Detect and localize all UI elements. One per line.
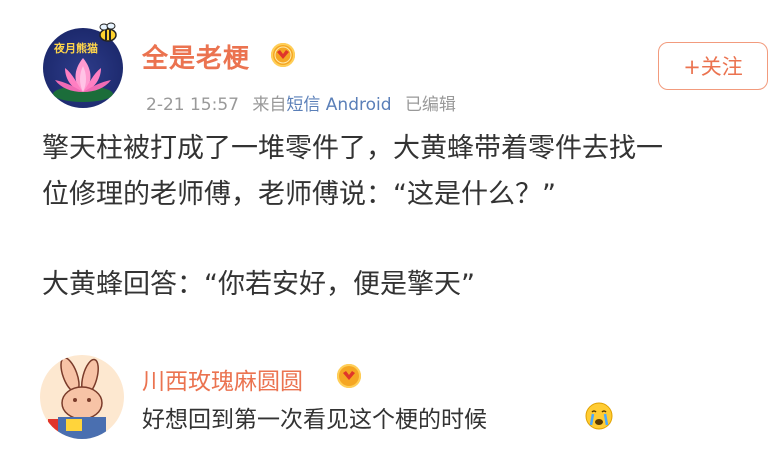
commenter-avatar[interactable] [40, 355, 124, 439]
vip-badge-icon[interactable] [271, 43, 295, 67]
post-paragraph: 擎天柱被打成了一堆零件了，大黄蜂带着零件去找一 [42, 133, 663, 164]
comment-body: 好想回到第一次看见这个梗的时候 [142, 407, 487, 433]
bee-icon [99, 22, 117, 42]
edited-label[interactable]: 已编辑 [405, 95, 456, 115]
comment-text: 好想回到第一次看见这个梗的时候 [142, 400, 487, 434]
post-paragraph: 位修理的老师傅，老师傅说：“这是什么？” [42, 179, 556, 210]
post-source-link[interactable]: 短信 Android [286, 95, 391, 115]
follow-button[interactable]: +关注 [658, 42, 768, 90]
commenter-name[interactable]: 川西玫瑰麻圆圆 [142, 362, 303, 396]
source-prefix: 来自 [252, 95, 287, 115]
post-meta: 2-21 15:57 来自短信 Android 已编辑 [146, 90, 456, 115]
post-author-name[interactable]: 全是老梗 [142, 38, 250, 75]
post-paragraph: 大黄蜂回答：“你若安好，便是擎天” [42, 269, 475, 300]
post-header: 夜月熊猫 全是老梗 2-21 15:57 来自短信 Android 已编辑 +关… [0, 0, 782, 120]
cartoon-rabbit-icon [48, 357, 106, 439]
vip-badge-icon[interactable] [337, 364, 361, 388]
crying-face-icon [585, 402, 613, 430]
avatar-logo-text: 夜月熊猫 [54, 42, 98, 55]
post-time: 2-21 15:57 [146, 95, 239, 115]
post-content: 擎天柱被打成了一堆零件了，大黄蜂带着零件去找一 位修理的老师傅，老师傅说：“这是… [42, 126, 742, 308]
